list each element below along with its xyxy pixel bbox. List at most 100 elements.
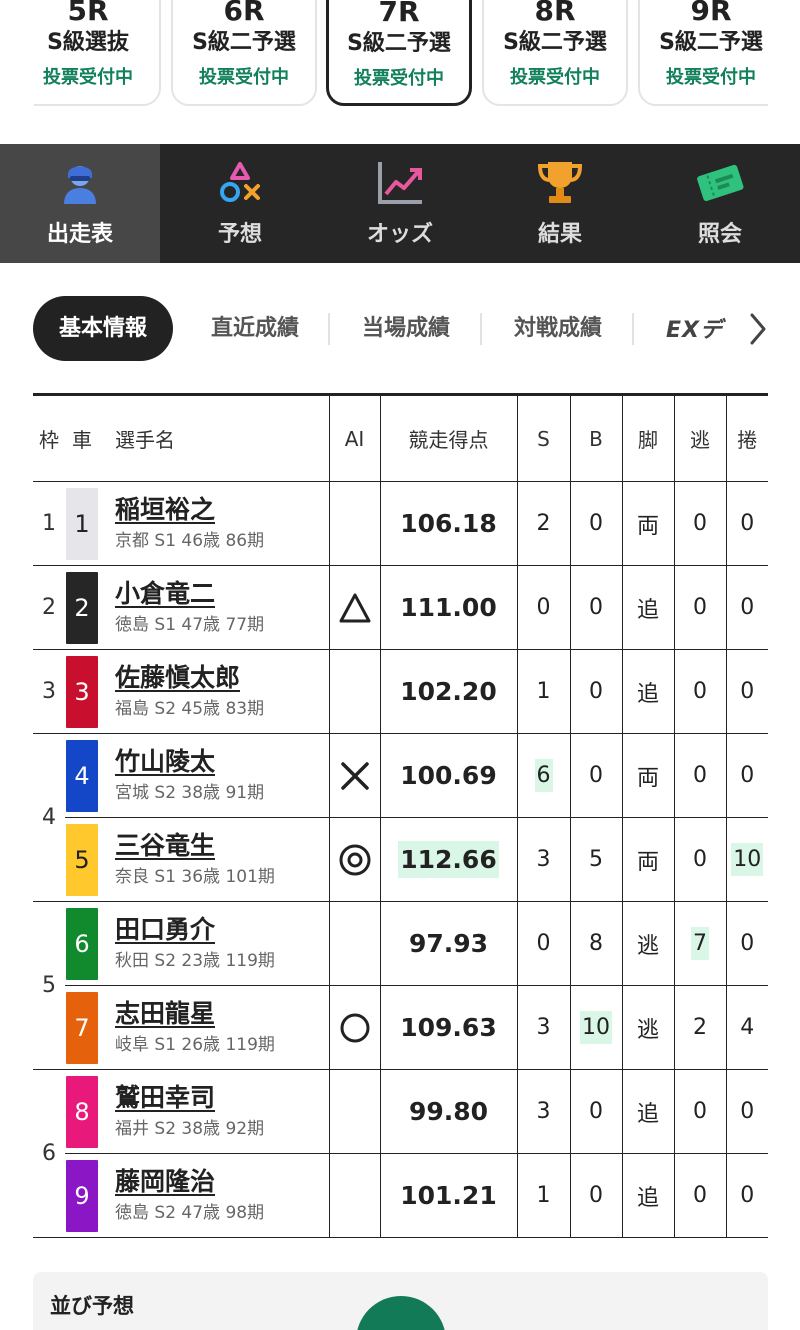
leg-cell: 両 [621,817,674,902]
car-number-badge: 6 [66,907,98,980]
race-selector: 5R S級選抜 投票受付中 6R S級二予選 投票受付中 7R S級二予選 投票… [0,0,800,144]
table-row: 1 1 稲垣裕之 京都 S1 46歳 86期 106.18 2 0 両 0 0 [33,481,768,566]
waku-cell: 5 [33,901,65,1070]
race-number: 7R [378,0,420,28]
race-name: S級選抜 [47,30,129,55]
ai-mark-cell [328,565,380,650]
car-number-badge: 2 [66,571,98,644]
ai-mark-cell [328,817,380,902]
leg-value: 逃 [636,933,659,959]
nav-label: オッズ [366,222,433,247]
escape-value: 0 [693,847,707,872]
makuri-cell: 0 [725,901,768,986]
race-number: 5R [67,0,109,27]
subtab-basic-info[interactable]: 基本情報 [33,296,173,361]
points-value: 111.00 [400,593,497,622]
b-cell: 10 [569,985,622,1070]
table-row: 2 2 小倉竜二 徳島 S1 47歳 77期 111.00 0 0 追 0 0 [33,565,768,650]
line-prediction-title: 並び予想 [50,1294,134,1318]
points-value: 106.18 [400,509,497,538]
table-row: 7 志田龍星 岐阜 S1 26歳 119期 109.63 3 10 逃 2 4 [33,985,768,1070]
b-value: 0 [589,511,603,536]
table-header-row: 枠 車 選手名 AI 競走得点 S B 脚 逃 捲 [33,393,768,482]
car-number-badge: 7 [66,991,98,1064]
leg-value: 逃 [636,1017,659,1043]
player-info: 徳島 S2 47歳 98期 [115,1202,265,1223]
race-status: 投票受付中 [199,67,289,88]
player-cell: 藤岡隆治 徳島 S2 47歳 98期 [99,1153,329,1238]
car-number-badge: 8 [66,1075,98,1148]
player-info: 京都 S1 46歳 86期 [115,530,265,551]
b-value: 8 [589,931,603,956]
nav-label: 予想 [217,222,262,247]
table-row: 9 藤岡隆治 徳島 S2 47歳 98期 101.21 1 0 追 0 0 [33,1153,768,1238]
player-name-link[interactable]: 佐藤愼太郎 [99,662,329,694]
race-tab-9r[interactable]: 9R S級二予選 投票受付中 [638,0,784,106]
s-value: 1 [536,679,551,704]
player-name-link[interactable]: 志田龍星 [99,998,329,1030]
b-value: 0 [589,1099,603,1124]
nav-prediction[interactable]: 予想 [160,144,320,263]
points-value: 100.69 [400,761,497,790]
points-value: 97.93 [408,929,489,958]
player-info: 福井 S2 38歳 92期 [115,1118,265,1139]
chevron-right-icon[interactable] [748,311,768,347]
car-cell: 1 [65,481,99,566]
makuri-cell: 0 [725,649,768,734]
makuri-value-highlight: 10 [731,843,764,876]
makuri-value: 0 [740,679,755,704]
subtab-ex-data[interactable]: EXデ [666,312,748,344]
s-value: 0 [536,595,551,620]
race-status: 投票受付中 [510,67,600,88]
car-cell: 7 [65,985,99,1070]
player-cell: 佐藤愼太郎 福島 S2 45歳 83期 [99,649,329,734]
strip-edge-left [0,0,34,110]
player-name-link[interactable]: 藤岡隆治 [99,1166,329,1198]
b-value: 5 [589,847,603,872]
makuri-value: 0 [740,931,755,956]
leg-cell: 両 [621,733,674,818]
player-cell: 三谷竜生 奈良 S1 36歳 101期 [99,817,329,902]
nav-odds[interactable]: オッズ [320,144,480,263]
race-tab-7r[interactable]: 7R S級二予選 投票受付中 [326,0,472,106]
subtab-divider [328,313,330,345]
escape-value: 0 [693,679,707,704]
player-name-link[interactable]: 稲垣裕之 [99,494,329,526]
points-cell: 102.20 [379,649,517,734]
escape-value: 2 [693,1015,707,1040]
points-cell: 99.80 [379,1069,517,1154]
points-value: 101.21 [400,1181,497,1210]
escape-cell: 0 [673,1153,726,1238]
odds-chart-icon [378,162,422,204]
escape-value: 0 [693,1183,707,1208]
player-name-link[interactable]: 鷲田幸司 [99,1082,329,1114]
player-name-link[interactable]: 田口勇介 [99,914,329,946]
s-cell: 0 [516,901,570,986]
player-name-link[interactable]: 竹山陵太 [99,746,329,778]
leg-cell: 追 [621,649,674,734]
makuri-cell: 0 [725,733,768,818]
player-name-link[interactable]: 三谷竜生 [99,830,329,862]
race-tab-8r[interactable]: 8R S級二予選 投票受付中 [482,0,628,106]
nav-entries[interactable]: 出走表 [0,144,160,263]
waku-cell: 1 [33,481,65,566]
subtab-venue-results[interactable]: 当場成績 [340,296,472,361]
subtab-matchup-results[interactable]: 対戦成績 [492,296,624,361]
leg-value: 追 [636,597,659,623]
car-cell: 8 [65,1069,99,1154]
leg-value: 両 [636,765,659,791]
race-tab-6r[interactable]: 6R S級二予選 投票受付中 [171,0,317,106]
ai-mark-cell [328,649,380,734]
makuri-value: 0 [740,511,755,536]
header-makuri: 捲 [725,393,768,482]
table-row: 3 3 佐藤愼太郎 福島 S2 45歳 83期 102.20 1 0 追 0 0 [33,649,768,734]
player-name-link[interactable]: 小倉竜二 [99,578,329,610]
nav-inquiry[interactable]: 照会 [640,144,800,263]
subtab-recent-results[interactable]: 直近成績 [190,296,320,361]
race-tab-5r[interactable]: 5R S級選抜 投票受付中 [15,0,161,106]
leg-value: 追 [636,1185,659,1211]
b-value: 0 [589,595,603,620]
nav-results[interactable]: 結果 [480,144,640,263]
strip-edge-right [768,0,800,110]
points-cell: 106.18 [379,481,517,566]
